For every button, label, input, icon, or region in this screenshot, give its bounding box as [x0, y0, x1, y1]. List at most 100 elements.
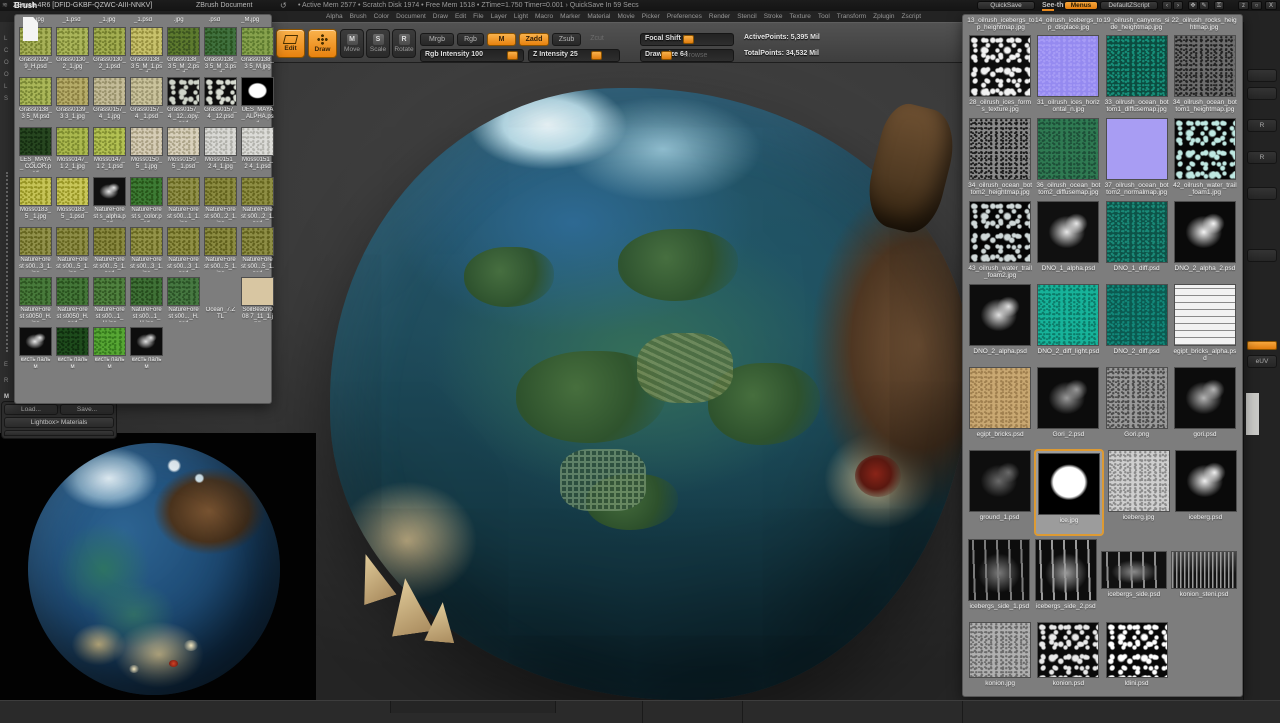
texture-item[interactable]: 34_oilrush_ocean_bottom1_heightmap.jpg [1172, 34, 1238, 115]
texture-item[interactable]: konion_steni.psd [1170, 538, 1238, 619]
texture-item[interactable]: SoilBeach008 7_11_1.jpg [240, 276, 275, 323]
texture-thumbnail[interactable] [167, 127, 200, 156]
texture-item[interactable]: konion.jpg [967, 621, 1033, 696]
texture-item[interactable]: NatureForest s00...2_1.jpg [203, 176, 238, 223]
texture-thumbnail[interactable] [1108, 450, 1170, 512]
texture-item[interactable]: DNO_2_diff_light.psd [1035, 283, 1101, 364]
texture-thumbnail[interactable] [167, 227, 200, 256]
texture-item[interactable]: Ocean_7.ZTL [203, 276, 238, 323]
texture-item-selected[interactable]: ice.jpg [1034, 449, 1104, 536]
texture-thumbnail[interactable] [19, 327, 52, 356]
texture-thumbnail[interactable] [1106, 622, 1168, 678]
tray-button[interactable] [1247, 69, 1277, 82]
texture-thumbnail[interactable] [1175, 450, 1237, 512]
texture-item[interactable]: Grass0157_4 _12...opy.psd [166, 76, 201, 123]
texture-item[interactable]: Gori_2.psd [1035, 366, 1101, 447]
history-back-icon[interactable]: ‹ [1162, 1, 1172, 10]
zsub-toggle[interactable]: Zsub [552, 33, 581, 46]
texture-thumbnail[interactable] [19, 77, 52, 106]
texture-thumbnail[interactable] [1106, 201, 1168, 263]
texture-item[interactable]: 43_oilrush_water_trail_foam2.jpg [967, 200, 1033, 281]
texture-thumbnail[interactable] [56, 177, 89, 206]
menu-item-texture[interactable]: Texture [790, 13, 811, 20]
float-window-button[interactable]: ○ [1251, 1, 1262, 10]
scale-button[interactable]: S Scale [366, 29, 390, 58]
brush-tool-icon[interactable]: ✎ [1199, 1, 1209, 10]
save-button[interactable]: Save... [60, 404, 114, 415]
texture-item[interactable]: Grass0157_4 _1.psd [129, 76, 164, 123]
texture-item[interactable]: Grass0138_3 5_M.psd [18, 76, 53, 123]
zadd-toggle[interactable]: Zadd [519, 33, 549, 46]
rotate-button[interactable]: R Rotate [392, 29, 416, 58]
texture-thumbnail[interactable] [1174, 35, 1236, 97]
texture-thumbnail[interactable] [1174, 367, 1236, 429]
texture-thumbnail[interactable] [1037, 284, 1099, 346]
texture-item[interactable]: LES_MAYA_ COLOR.psd [18, 126, 53, 173]
texture-thumbnail[interactable] [1037, 35, 1099, 97]
menu-item-draw[interactable]: Draw [433, 13, 448, 20]
texture-item[interactable]: iceberg.psd [1173, 449, 1238, 536]
texture-item[interactable]: DNO_1_diff.psd [1104, 200, 1170, 281]
menu-item-macro[interactable]: Macro [535, 13, 553, 20]
texture-item[interactable]: DNO_2_diff.psd [1104, 283, 1170, 364]
hand-tool-icon[interactable]: ✥ [1188, 1, 1198, 10]
menu-item-edit[interactable]: Edit [455, 13, 466, 20]
texture-thumbnail[interactable] [241, 177, 274, 206]
slider-rgb-intensity[interactable]: Rgb Intensity 100 [420, 49, 524, 62]
texture-item[interactable]: Grass0157_4 _12.psd [203, 76, 238, 123]
draw-button[interactable]: Draw [308, 29, 337, 58]
texture-thumbnail[interactable] [56, 27, 89, 56]
texture-item[interactable]: gori.psd [1172, 366, 1238, 447]
texture-item[interactable]: 36_oilrush_ocean_bottom2_diffusemap.jpg [1035, 117, 1101, 198]
menu-item-layer[interactable]: Layer [491, 13, 507, 20]
texture-item[interactable]: Grass0138_3 5_M_2.psd [166, 26, 201, 73]
texture-import-popup[interactable]: 13_oilrush_icebergs_top_heightmap.jpg14_… [962, 14, 1243, 697]
texture-item[interactable]: Grass0157_4 _1.jpg [92, 76, 127, 123]
texture-item[interactable]: egipt_bricks.psd [967, 366, 1033, 447]
texture-thumbnail[interactable] [93, 327, 126, 356]
tray-r-button[interactable]: R [1247, 151, 1277, 164]
texture-thumbnail[interactable] [93, 27, 126, 56]
tray-orange-slider[interactable] [1247, 341, 1277, 350]
texture-item[interactable]: Grass0138_3 5_M.jpg [240, 26, 275, 73]
texture-thumbnail[interactable] [19, 177, 52, 206]
lightbox-materials-button[interactable]: Lightbox> Materials [4, 417, 114, 428]
texture-item[interactable]: Grass0138_3 5_M_3.psd [203, 26, 238, 73]
texture-thumbnail[interactable] [1106, 35, 1168, 97]
menu-item-material[interactable]: Material [587, 13, 610, 20]
texture-thumbnail[interactable] [969, 450, 1031, 512]
texture-item[interactable]: Moss0183_5 _1.psd [55, 176, 90, 223]
quicksave-button[interactable]: QuickSave [977, 1, 1035, 10]
texture-thumbnail[interactable] [56, 277, 89, 306]
tray-euv-button[interactable]: eUV [1247, 355, 1277, 368]
texture-thumbnail[interactable] [93, 227, 126, 256]
texture-item[interactable]: NatureForest s00...5_1.psd [240, 226, 275, 273]
texture-item[interactable]: 37_oilrush_ocean_bottom2_normalmap.jpg [1104, 117, 1170, 198]
texture-thumbnail[interactable] [241, 227, 274, 256]
texture-thumbnail[interactable] [241, 27, 274, 56]
texture-item[interactable]: кисть пальм [92, 326, 127, 373]
lock-icon[interactable]: ⚿ [1214, 1, 1224, 10]
menu-item-zscript[interactable]: Zscript [902, 13, 922, 20]
texture-item[interactable]: icebergs_side_2.psd [1034, 538, 1099, 619]
texture-item[interactable]: Moss0147_1 2_1.psd [92, 126, 127, 173]
texture-thumbnail[interactable] [969, 35, 1031, 97]
texture-thumbnail[interactable] [968, 539, 1030, 601]
move-button[interactable]: M Move [340, 29, 364, 58]
texture-item[interactable]: кисть пальм [18, 326, 53, 373]
tray-button[interactable] [1247, 87, 1277, 100]
close-button[interactable]: X [1265, 1, 1277, 10]
menu-item-stroke[interactable]: Stroke [764, 13, 783, 20]
menu-item-preferences[interactable]: Preferences [667, 13, 702, 20]
tray-button[interactable] [1247, 187, 1277, 200]
texture-item[interactable]: icebergs_side.psd [1100, 538, 1168, 619]
menu-item-render[interactable]: Render [709, 13, 730, 20]
texture-item[interactable]: Moss0151_2 4_1.jpg [203, 126, 238, 173]
texture-thumbnail[interactable] [19, 227, 52, 256]
texture-thumbnail[interactable] [56, 77, 89, 106]
texture-item[interactable]: Grass0139_3 3_1.jpg [55, 76, 90, 123]
texture-thumbnail[interactable] [1106, 284, 1168, 346]
texture-item[interactable]: 28_oilrush_ices_forms_texture.jpg [967, 34, 1033, 115]
texture-item[interactable]: Moss0150_5 _1.psd [166, 126, 201, 173]
menus-button[interactable]: Menus [1064, 1, 1098, 10]
